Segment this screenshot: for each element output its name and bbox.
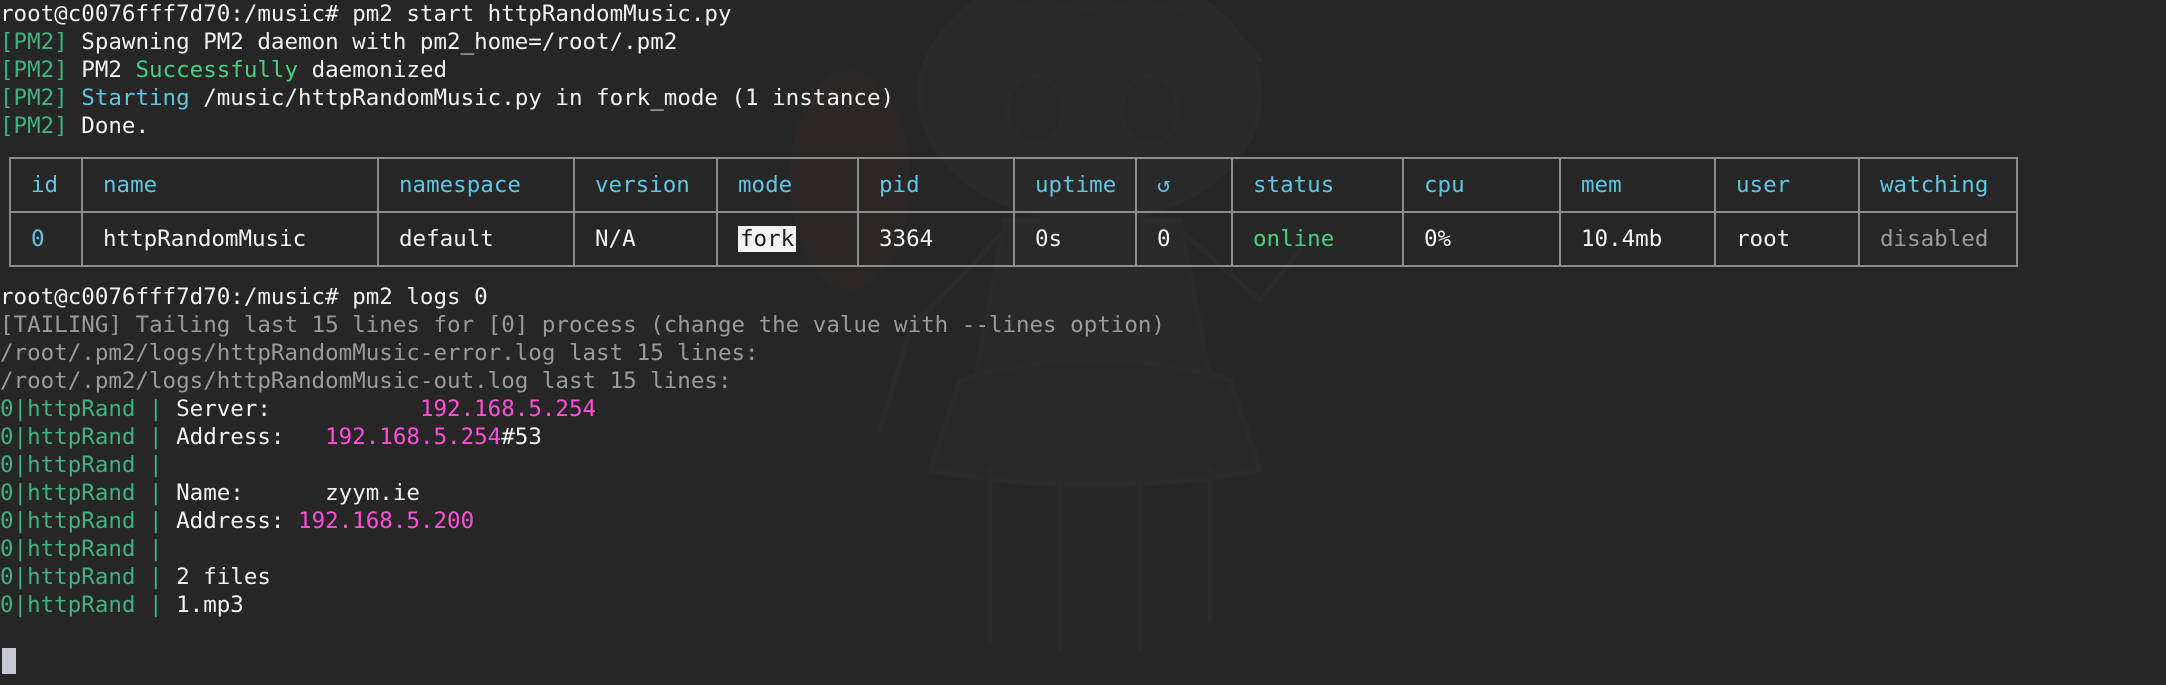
command-text: root@c0076fff7d70:/music# pm2 start http… (0, 1, 732, 27)
col-header-namespace: namespace (377, 157, 575, 213)
log-prefix: 0|httpRand | (0, 564, 177, 590)
command-line-logs: root@c0076fff7d70:/music# pm2 logs 0 (0, 283, 488, 311)
log-prefix: 0|httpRand | (0, 424, 177, 450)
pm2-tag: [PM2] (0, 85, 68, 111)
cell-status: online (1231, 211, 1404, 267)
error-log-path: /root/.pm2/logs/httpRandomMusic-error.lo… (0, 339, 759, 367)
log-prefix: 0|httpRand | (0, 592, 177, 618)
log-text: Address: (176, 424, 326, 450)
log-prefix: 0|httpRand | (0, 480, 177, 506)
log-line: 0|httpRand | (0, 451, 176, 479)
cell-user: root (1714, 211, 1860, 267)
ip-address: 192.168.5.254 (325, 424, 502, 450)
success-text: Successfully (135, 57, 299, 83)
log-line: 0|httpRand | Address: 192.168.5.254#53 (0, 423, 542, 451)
cell-cpu: 0% (1402, 211, 1561, 267)
cell-uptime: 0s (1013, 211, 1137, 267)
output-text: daemonized (298, 57, 448, 83)
col-header-status: status (1231, 157, 1404, 213)
output-text: Spawning PM2 daemon with pm2_home=/root/… (67, 29, 678, 55)
command-text: root@c0076fff7d70:/music# pm2 logs 0 (0, 284, 488, 310)
log-line: 0|httpRand | (0, 535, 176, 563)
terminal-window[interactable]: root@c0076fff7d70:/music# pm2 start http… (0, 0, 2166, 685)
process-table: id name namespace version mode pid uptim… (9, 157, 2018, 267)
log-text: 1.mp3 (176, 592, 244, 618)
log-text: 2 files (176, 564, 271, 590)
table-row: 0 httpRandomMusic default N/A fork 3364 … (9, 211, 2018, 267)
log-text: Server: (176, 396, 420, 422)
col-header-mode: mode (716, 157, 859, 213)
block-cursor-icon (2, 648, 16, 674)
cell-pid: 3364 (857, 211, 1015, 267)
tailing-line: [TAILING] Tailing last 15 lines for [0] … (0, 311, 1165, 339)
cell-version: N/A (573, 211, 718, 267)
output-text: [TAILING] Tailing last 15 lines for [0] … (0, 312, 1165, 338)
cell-mem: 10.4mb (1559, 211, 1716, 267)
ip-address: 192.168.5.254 (419, 396, 597, 422)
out-log-path: /root/.pm2/logs/httpRandomMusic-out.log … (0, 367, 732, 395)
log-line: 0|httpRand | Server: 192.168.5.254 (0, 395, 596, 423)
pm2-tag: [PM2] (0, 29, 68, 55)
log-prefix: 0|httpRand | (0, 396, 177, 422)
output-text: /root/.pm2/logs/httpRandomMusic-error.lo… (0, 340, 759, 366)
col-header-mem: mem (1559, 157, 1716, 213)
command-line-start: root@c0076fff7d70:/music# pm2 start http… (0, 0, 732, 28)
cell-watching: disabled (1858, 211, 2018, 267)
log-text: Name: zyym.ie (176, 480, 420, 506)
table-header-row: id name namespace version mode pid uptim… (9, 157, 2018, 213)
output-text: Done. (67, 113, 150, 139)
log-line: 0|httpRand | 1.mp3 (0, 591, 244, 619)
log-line: 0|httpRand | Address: 192.168.5.200 (0, 507, 474, 535)
log-prefix: 0|httpRand | (0, 536, 177, 562)
log-line: 0|httpRand | 2 files (0, 563, 271, 591)
log-prefix: 0|httpRand | (0, 508, 177, 534)
restart-icon: ↺ (1135, 157, 1233, 213)
output-text: PM2 (67, 57, 136, 83)
pm2-output-line: [PM2] PM2 Successfully daemonized (0, 56, 447, 84)
log-prefix: 0|httpRand | (0, 452, 177, 478)
col-header-name: name (81, 157, 379, 213)
col-header-pid: pid (857, 157, 1015, 213)
cell-id: 0 (9, 211, 83, 267)
col-header-uptime: uptime (1013, 157, 1137, 213)
log-text: #53 (501, 424, 542, 450)
col-header-watching: watching (1858, 157, 2018, 213)
cell-namespace: default (377, 211, 575, 267)
pm2-tag: [PM2] (0, 113, 68, 139)
col-header-cpu: cpu (1402, 157, 1561, 213)
pm2-output-line: [PM2] Starting /music/httpRandomMusic.py… (0, 84, 894, 112)
pm2-output-line: [PM2] Spawning PM2 daemon with pm2_home=… (0, 28, 677, 56)
pm2-output-line: [PM2] Done. (0, 112, 149, 140)
starting-text: Starting (81, 85, 190, 111)
output-text: /root/.pm2/logs/httpRandomMusic-out.log … (0, 368, 732, 394)
cell-mode: fork (716, 211, 859, 267)
col-header-id: id (9, 157, 83, 213)
col-header-version: version (573, 157, 718, 213)
output-text: /music/httpRandomMusic.py in fork_mode (… (189, 85, 895, 111)
cell-name: httpRandomMusic (81, 211, 379, 267)
cell-restarts: 0 (1135, 211, 1233, 267)
log-line: 0|httpRand | Name: zyym.ie (0, 479, 420, 507)
ip-address: 192.168.5.200 (298, 508, 475, 534)
pm2-tag: [PM2] (0, 57, 68, 83)
mode-highlight: fork (738, 226, 797, 252)
col-header-user: user (1714, 157, 1860, 213)
log-text: Address: (176, 508, 299, 534)
